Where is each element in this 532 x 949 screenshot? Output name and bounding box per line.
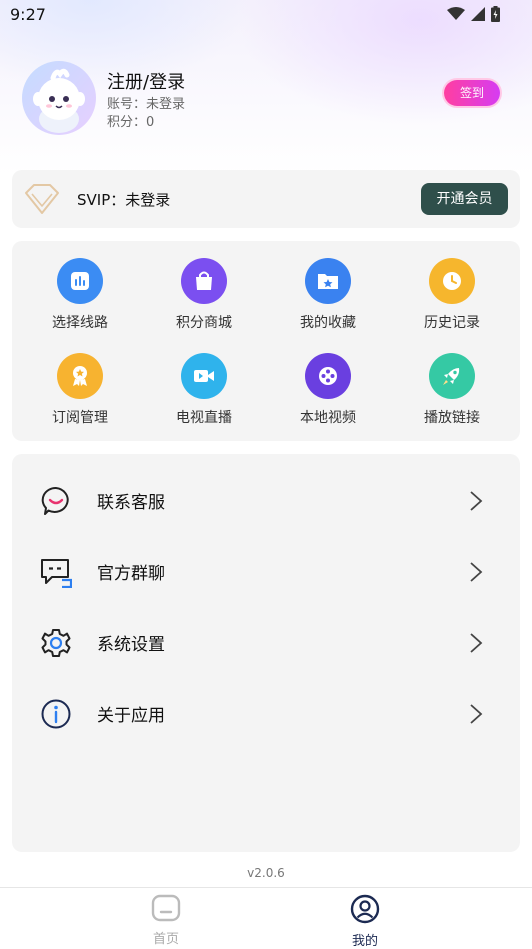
menu-item-about[interactable]: 关于应用	[12, 685, 520, 741]
menu-label: 联系客服	[97, 493, 165, 513]
menu-label: 系统设置	[97, 635, 165, 655]
chevron-right-icon	[470, 633, 483, 653]
login-register-link[interactable]: 注册/登录	[107, 68, 185, 94]
status-time: 9:27	[10, 5, 46, 24]
grid-item-favorites[interactable]: 我的收藏	[278, 258, 378, 332]
points-value: 积分：0	[107, 115, 155, 130]
award-icon	[57, 353, 103, 399]
menu-label: 关于应用	[97, 706, 165, 726]
route-icon	[57, 258, 103, 304]
tab-label: 我的	[351, 934, 378, 949]
grid-item-route[interactable]: 选择线路	[30, 258, 130, 332]
cellular-signal-icon	[471, 7, 485, 21]
shopping-bag-icon	[181, 258, 227, 304]
check-in-button[interactable]: 签到	[444, 80, 500, 106]
chevron-right-icon	[470, 491, 483, 511]
menu-item-customer-service[interactable]: 联系客服	[12, 472, 520, 528]
grid-label: 历史记录	[424, 315, 480, 331]
menu-label: 官方群聊	[97, 564, 165, 584]
group-chat-icon	[41, 559, 72, 588]
status-bar: 9:27	[0, 0, 532, 30]
grid-item-points-mall[interactable]: 积分商城	[154, 258, 254, 332]
account-status: 账号：未登录	[107, 97, 186, 112]
feature-grid: 选择线路 积分商城 我的收藏 历史记录 订阅管理 电视直播 本地视频 播放链接	[12, 241, 520, 441]
info-icon	[41, 699, 71, 729]
menu-item-official-group[interactable]: 官方群聊	[12, 543, 520, 599]
grid-label: 我的收藏	[300, 315, 356, 331]
open-membership-button[interactable]: 开通会员	[421, 183, 508, 215]
avatar[interactable]	[22, 61, 96, 135]
grid-label: 订阅管理	[52, 410, 108, 426]
grid-label: 本地视频	[300, 410, 356, 426]
video-camera-icon	[181, 353, 227, 399]
grid-label: 积分商城	[176, 315, 232, 331]
settings-menu: 联系客服 官方群聊 系统设置 关于应用	[12, 454, 520, 852]
grid-label: 电视直播	[176, 410, 232, 426]
favorite-folder-icon	[305, 258, 351, 304]
bottom-tab-bar: 首页 我的	[0, 887, 532, 949]
grid-item-tv-live[interactable]: 电视直播	[154, 353, 254, 427]
diamond-icon	[25, 184, 59, 214]
tab-home[interactable]: 首页	[126, 894, 206, 947]
customer-service-icon	[41, 486, 69, 515]
app-version: v2.0.6	[247, 866, 285, 880]
profile-icon	[350, 894, 380, 924]
grid-item-play-link[interactable]: 播放链接	[402, 353, 502, 427]
grid-label: 播放链接	[424, 410, 480, 426]
grid-item-history[interactable]: 历史记录	[402, 258, 502, 332]
film-reel-icon	[305, 353, 351, 399]
chevron-right-icon	[470, 562, 483, 582]
clock-icon	[429, 258, 475, 304]
rocket-icon	[429, 353, 475, 399]
wifi-icon	[447, 7, 465, 20]
tab-label: 首页	[152, 932, 179, 947]
svip-card: SVIP：未登录 开通会员	[12, 170, 520, 228]
grid-label: 选择线路	[52, 315, 108, 331]
settings-gear-icon	[41, 629, 71, 657]
chevron-right-icon	[470, 704, 483, 724]
grid-item-subscription[interactable]: 订阅管理	[30, 353, 130, 427]
home-icon	[151, 894, 181, 922]
menu-item-system-settings[interactable]: 系统设置	[12, 614, 520, 670]
battery-icon	[491, 6, 500, 22]
tab-profile[interactable]: 我的	[325, 894, 405, 949]
grid-item-local-video[interactable]: 本地视频	[278, 353, 378, 427]
mascot-avatar-icon	[33, 68, 85, 133]
svip-status: SVIP：未登录	[77, 191, 171, 209]
status-icons	[447, 6, 500, 22]
